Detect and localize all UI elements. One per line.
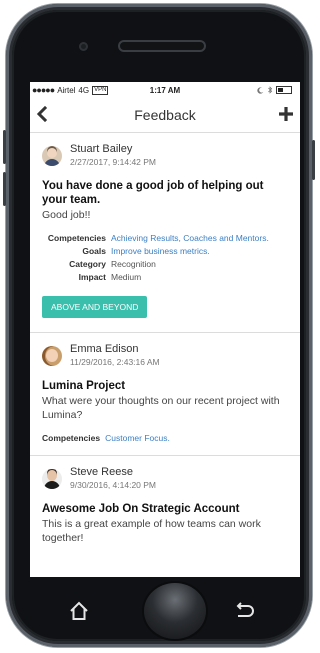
- avatar: [42, 469, 62, 489]
- author-row: Emma Edison 11/29/2016, 2:43:16 AM: [30, 343, 300, 367]
- author-name: Stuart Bailey: [70, 143, 133, 155]
- feedback-meta: Competencies Customer Focus.: [42, 432, 288, 445]
- feedback-date: 2/27/2017, 9:14:42 PM: [70, 157, 157, 167]
- front-camera: [79, 42, 88, 51]
- status-bar: ●●●●● Airtel 4G VPN 1:17 AM: [30, 82, 300, 98]
- feedback-headline: Awesome Job On Strategic Account: [42, 503, 240, 515]
- meta-label: Competencies: [42, 433, 101, 443]
- back-button[interactable]: [36, 104, 56, 126]
- avatar: [42, 146, 62, 166]
- meta-row-goals: Goals Improve business metrics.: [42, 245, 288, 258]
- feedback-headline: You have done a good job of helping out …: [42, 180, 264, 206]
- meta-label: Category: [69, 259, 106, 269]
- home-icon[interactable]: [68, 600, 90, 622]
- competencies-link[interactable]: Customer Focus.: [105, 432, 170, 445]
- moon-icon: [257, 86, 264, 94]
- meta-value: Medium: [111, 272, 142, 282]
- feedback-card[interactable]: Emma Edison 11/29/2016, 2:43:16 AM Lumin…: [30, 333, 300, 456]
- meta-label: Goals: [82, 246, 106, 256]
- plus-icon: [278, 107, 293, 121]
- meta-row-category: Category Recognition: [42, 258, 288, 271]
- meta-row-competencies: Competencies Customer Focus.: [42, 432, 288, 445]
- author-name: Emma Edison: [70, 343, 139, 355]
- feedback-body: This is a great example of how teams can…: [42, 518, 261, 544]
- app-screen: ●●●●● Airtel 4G VPN 1:17 AM Feedback Stu…: [30, 82, 300, 577]
- nav-bar: Feedback: [30, 98, 300, 133]
- meta-value: Recognition: [111, 259, 156, 269]
- goals-link[interactable]: Improve business metrics.: [111, 245, 210, 258]
- badge-above-and-beyond[interactable]: ABOVE AND BEYOND: [42, 296, 148, 318]
- avatar: [42, 346, 62, 366]
- earpiece-speaker: [118, 40, 206, 52]
- carrier-name: Airtel: [57, 85, 76, 95]
- feedback-headline: Lumina Project: [42, 380, 126, 392]
- meta-row-impact: Impact Medium: [42, 271, 288, 284]
- back-arrow-icon[interactable]: [234, 602, 256, 620]
- volume-button: [3, 172, 6, 206]
- feedback-card[interactable]: Stuart Bailey 2/27/2017, 9:14:42 PM You …: [30, 133, 300, 333]
- battery-icon: [276, 86, 292, 94]
- feedback-date: 9/30/2016, 4:14:20 PM: [70, 480, 157, 490]
- volume-button: [3, 130, 6, 164]
- signal-strength-icon: ●●●●●: [32, 85, 55, 95]
- competencies-link[interactable]: Achieving Results, Coaches and Mentors.: [111, 232, 269, 245]
- power-button: [312, 140, 315, 180]
- author-row: Steve Reese 9/30/2016, 4:14:20 PM: [30, 466, 300, 490]
- feedback-body: What were your thoughts on our recent pr…: [42, 395, 280, 421]
- feedback-card[interactable]: Steve Reese 9/30/2016, 4:14:20 PM Awesom…: [30, 456, 300, 555]
- feedback-list: Stuart Bailey 2/27/2017, 9:14:42 PM You …: [30, 133, 300, 555]
- author-name: Steve Reese: [70, 466, 133, 478]
- feedback-body: Good job!!: [42, 209, 91, 221]
- meta-label: Competencies: [47, 233, 106, 243]
- home-button[interactable]: [144, 583, 206, 639]
- feedback-date: 11/29/2016, 2:43:16 AM: [70, 357, 160, 367]
- chevron-left-icon: [36, 105, 48, 123]
- feedback-meta: Competencies Achieving Results, Coaches …: [42, 232, 288, 284]
- network-type: 4G: [78, 85, 90, 95]
- status-time: 1:17 AM: [149, 85, 181, 95]
- author-row: Stuart Bailey 2/27/2017, 9:14:42 PM: [30, 143, 300, 167]
- vpn-badge: VPN: [92, 85, 109, 95]
- add-feedback-button[interactable]: [274, 103, 294, 127]
- bluetooth-icon: [268, 86, 273, 94]
- meta-label: Impact: [78, 272, 106, 282]
- page-title: Feedback: [134, 107, 196, 123]
- meta-row-competencies: Competencies Achieving Results, Coaches …: [42, 232, 288, 245]
